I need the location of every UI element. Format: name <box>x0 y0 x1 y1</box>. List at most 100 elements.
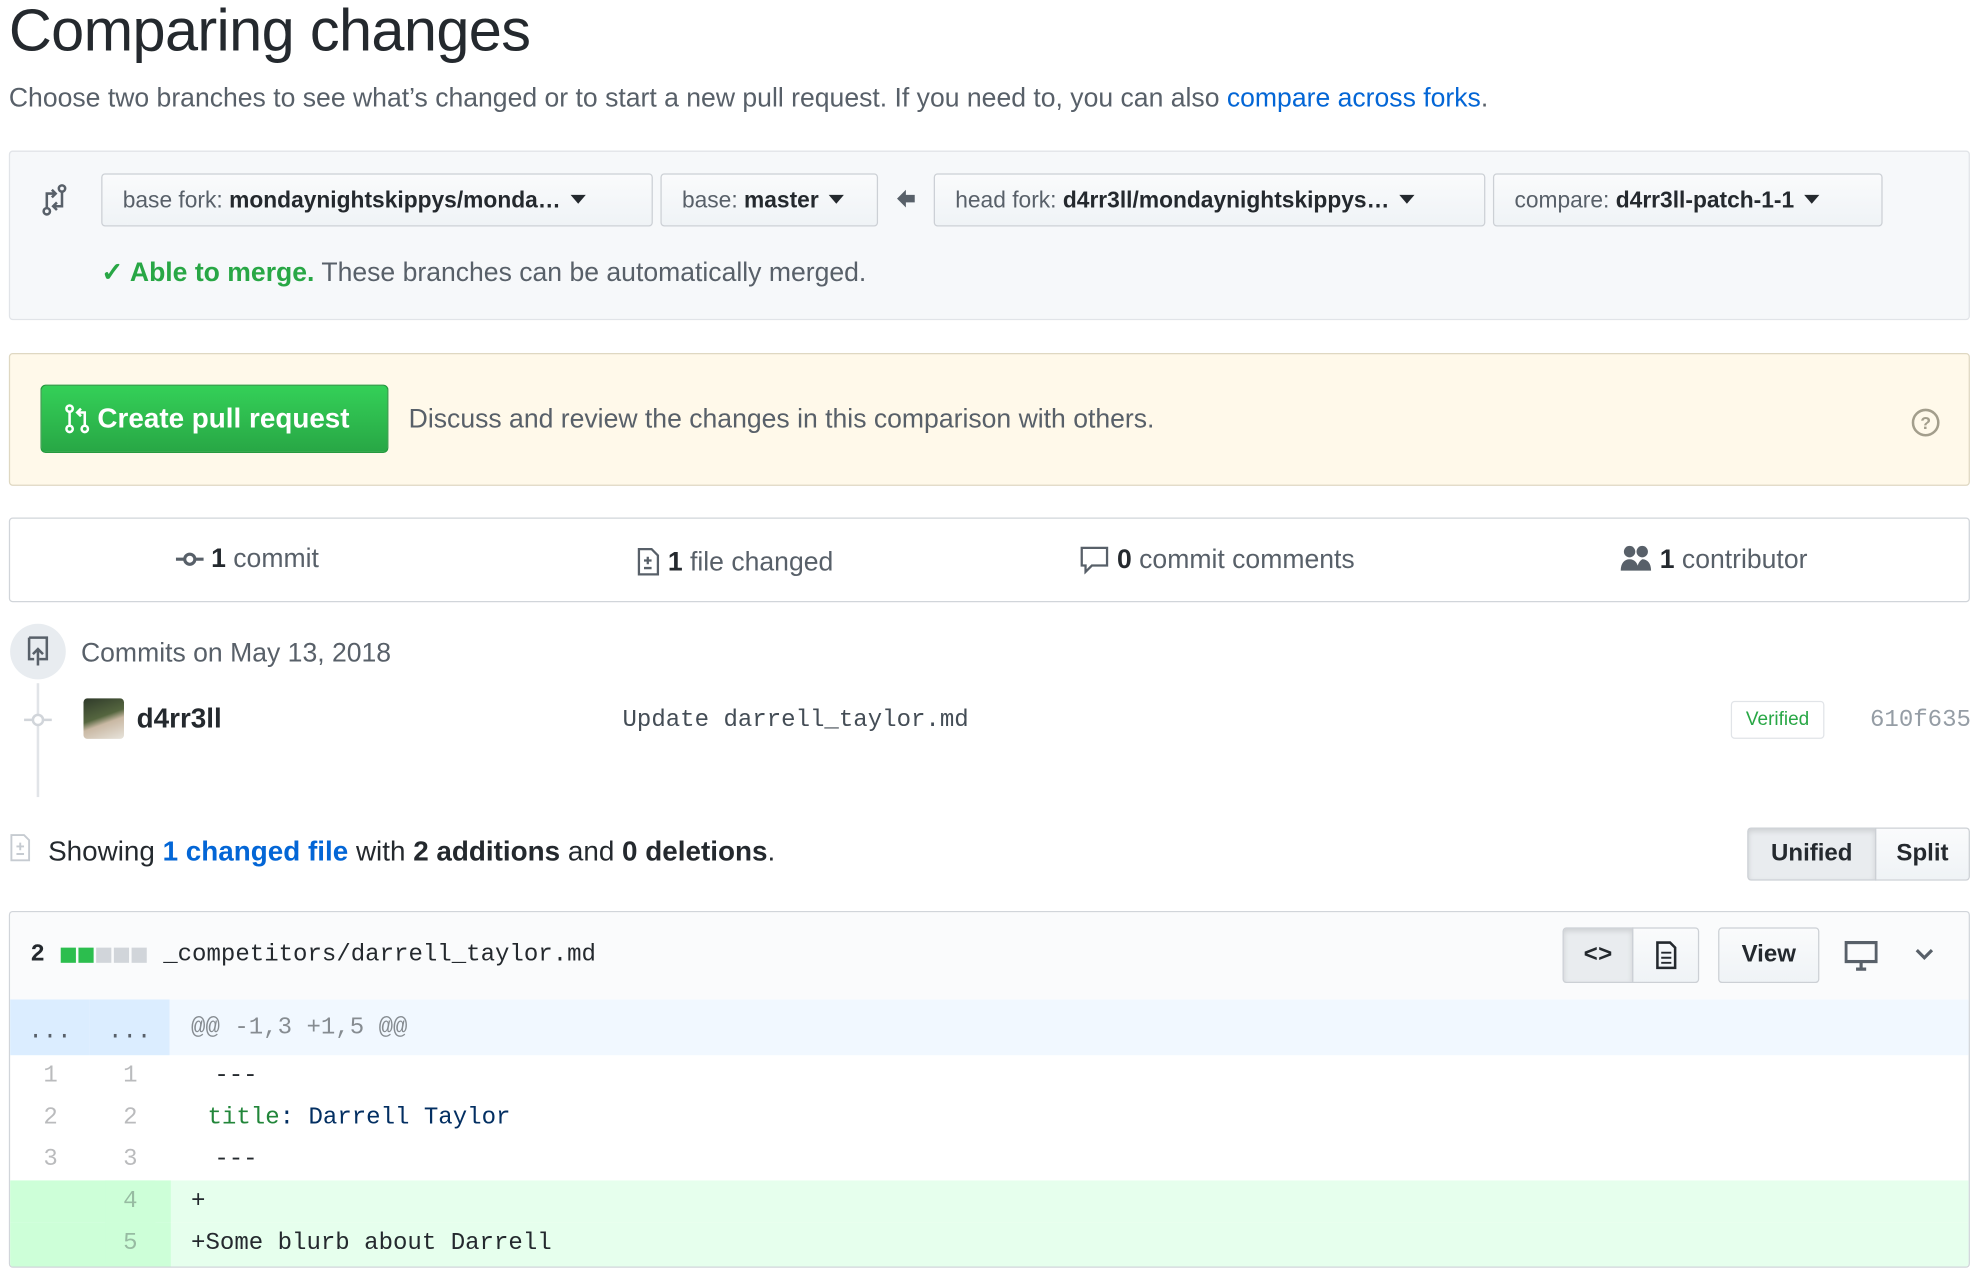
split-view-button[interactable]: Split <box>1875 827 1970 881</box>
hunk-expand-right[interactable]: ... <box>89 999 170 1056</box>
git-pull-request-icon <box>65 404 90 434</box>
commit-message[interactable]: Update darrell_taylor.md <box>622 706 968 734</box>
new-line-number[interactable]: 3 <box>105 1139 156 1181</box>
stat-commits[interactable]: 1 commit <box>175 544 319 574</box>
summary-and: and <box>560 835 623 867</box>
desktop-icon[interactable] <box>1844 940 1878 973</box>
stat-contributors[interactable]: 1 contributor <box>1619 544 1807 576</box>
svg-text:?: ? <box>1920 413 1931 433</box>
author-avatar[interactable] <box>83 698 124 739</box>
verified-badge[interactable]: Verified <box>1730 700 1825 739</box>
line-code: + <box>191 1186 206 1215</box>
line-code: title: Darrell Taylor <box>207 1097 510 1139</box>
stat-files[interactable]: 1 file changed <box>635 544 833 578</box>
commits-count: 1 <box>211 544 226 574</box>
commits-date-heading: Commits on May 13, 2018 <box>80 638 392 669</box>
subtitle-text: Choose two branches to see what’s change… <box>8 83 1227 113</box>
line-code: --- <box>199 1061 258 1090</box>
source-view-button[interactable]: <> <box>1562 927 1634 984</box>
caret-down-icon <box>1399 194 1415 204</box>
compare-label: compare: <box>1514 187 1610 213</box>
hunk-header: ... ... @@ -1,3 +1,5 @@ <box>10 999 1969 1056</box>
commit-sha[interactable]: 610f635 <box>1870 706 1971 734</box>
new-line-number[interactable]: 1 <box>105 1055 156 1097</box>
chevron-down-icon[interactable] <box>1914 946 1934 961</box>
files-count: 1 <box>667 547 683 577</box>
compare-stats: 1 commit 1 file changed 0 commit comment… <box>8 517 1970 603</box>
file-name[interactable]: _competitors/darrell_taylor.md <box>163 940 596 968</box>
commit-icon <box>175 552 204 566</box>
base-branch-select[interactable]: base: master <box>660 173 879 227</box>
check-icon: ✓ <box>101 258 130 288</box>
contributors-count: 1 <box>1659 545 1675 575</box>
merge-status: ✓ Able to merge. These branches can be a… <box>101 257 866 289</box>
file-header: 2 _competitors/darrell_taylor.md <> View <box>10 912 1969 1001</box>
head-fork-select[interactable]: head fork: d4rr3ll/mondaynightskippys… <box>933 173 1486 227</box>
additions-count: 2 additions <box>413 835 561 867</box>
base-fork-value: mondaynightskippys/monda… <box>229 187 561 213</box>
head-fork-label: head fork: <box>955 187 1057 213</box>
diff-line: 11 --- <box>10 1055 1969 1097</box>
question-icon[interactable]: ? <box>1910 407 1940 437</box>
page-subtitle: Choose two branches to see what’s change… <box>9 84 1488 114</box>
base-value: master <box>744 187 819 213</box>
new-line-number[interactable]: 2 <box>105 1097 156 1139</box>
create-pr-label: Create pull request <box>97 402 350 434</box>
rich-diff-button[interactable] <box>1632 927 1700 984</box>
file-diff: 2 _competitors/darrell_taylor.md <> View… <box>8 910 1970 1268</box>
old-line-number[interactable]: 3 <box>25 1139 76 1181</box>
commit-node-icon <box>24 713 52 727</box>
caret-down-icon <box>1804 194 1820 204</box>
create-pr-bar: Create pull request Discuss and review t… <box>8 352 1970 486</box>
compare-across-forks-link[interactable]: compare across forks <box>1227 84 1481 113</box>
old-line-number[interactable]: 2 <box>25 1097 76 1139</box>
hunk-text: @@ -1,3 +1,5 @@ <box>191 1013 408 1042</box>
diff-summary: Showing 1 changed file with 2 additions … <box>48 835 775 868</box>
compare-branch-select[interactable]: compare: d4rr3ll-patch-1-1 <box>1492 173 1883 227</box>
contributors-label: contributor <box>1674 545 1808 575</box>
commits-timeline-badge <box>10 623 66 680</box>
merge-status-text: These branches can be automatically merg… <box>314 258 867 288</box>
comments-count: 0 <box>1116 545 1132 575</box>
diff-stat-bar <box>60 947 150 963</box>
new-line-number[interactable]: 4 <box>105 1180 156 1223</box>
summary-mid: with <box>348 835 414 867</box>
subtitle-end: . <box>1480 83 1489 113</box>
stat-comments[interactable]: 0 commit comments <box>1079 544 1355 576</box>
code-icon: <> <box>1583 941 1613 970</box>
compare-value: d4rr3ll-patch-1-1 <box>1615 187 1795 213</box>
line-code: --- <box>199 1145 258 1173</box>
arrow-left-icon <box>897 189 915 208</box>
comment-icon <box>1080 546 1109 575</box>
hunk-expand-left[interactable]: ... <box>10 999 90 1056</box>
caret-down-icon <box>570 194 586 204</box>
files-label: file changed <box>682 547 834 577</box>
timeline-line <box>36 683 40 798</box>
merge-status-label: Able to merge. <box>129 258 315 288</box>
comments-label: commit comments <box>1131 545 1355 575</box>
base-fork-select[interactable]: base fork: mondaynightskippys/monda… <box>101 173 653 227</box>
commit-author[interactable]: d4rr3ll <box>137 702 222 735</box>
file-icon <box>1655 941 1676 970</box>
page-title: Comparing changes <box>8 0 531 64</box>
file-diff-icon <box>637 547 660 576</box>
deletions-count: 0 deletions <box>622 835 768 867</box>
head-fork-value: d4rr3ll/mondaynightskippys… <box>1062 187 1390 213</box>
yaml-value: : Darrell Taylor <box>279 1103 511 1132</box>
git-compare-icon <box>42 184 67 216</box>
changed-files-link[interactable]: 1 changed file <box>163 835 349 867</box>
base-fork-label: base fork: <box>122 187 223 213</box>
view-file-button[interactable]: View <box>1718 927 1820 984</box>
range-editor: base fork: mondaynightskippys/monda… bas… <box>8 150 1970 321</box>
unified-view-button[interactable]: Unified <box>1747 827 1877 881</box>
new-line-number[interactable]: 5 <box>105 1222 156 1264</box>
summary-end: . <box>767 835 776 867</box>
diff-line: 33 --- <box>10 1139 1969 1181</box>
people-icon <box>1620 545 1652 571</box>
old-line-number[interactable]: 1 <box>25 1055 76 1097</box>
summary-prefix: Showing <box>48 835 163 867</box>
line-code: +Some blurb about Darrell <box>191 1228 552 1257</box>
create-pull-request-button[interactable]: Create pull request <box>40 384 389 453</box>
base-label: base: <box>681 187 738 213</box>
diff-line-addition: 4 + <box>10 1180 1969 1223</box>
